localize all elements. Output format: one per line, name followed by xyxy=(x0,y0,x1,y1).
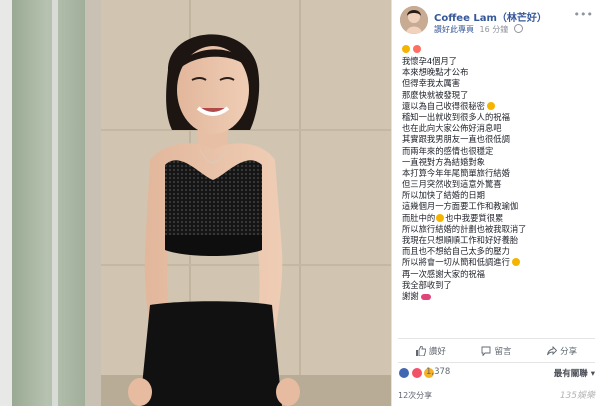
share-button[interactable]: 分享 xyxy=(547,345,577,357)
text-line: 我現在只想順順工作和好好養胎 xyxy=(402,235,519,245)
comment-button[interactable]: 留言 xyxy=(481,345,511,357)
text-line-content: 而肚中的 xyxy=(402,212,436,223)
caret-down-icon: ▾ xyxy=(590,369,595,379)
post-time[interactable]: 16 分鐘 xyxy=(480,25,509,34)
text-line: 再一次感謝大家的祝福 xyxy=(402,268,485,279)
sort-label: 最有關聯 xyxy=(553,369,588,379)
text-line: 本來想晚點才公布 xyxy=(402,67,469,78)
text-line: 我懷孕4個月了 xyxy=(402,56,458,66)
text-line-content: 謝謝 xyxy=(402,290,419,301)
photo-illustration xyxy=(0,0,391,406)
kiss-emoji-icon xyxy=(420,293,431,300)
post-text: 我懷孕4個月了 本來想晚點才公布 但得幸我太厲害 那麼快就被發現了 還以為自己收… xyxy=(402,44,594,302)
text-line: 但得幸我太厲害 xyxy=(402,78,461,89)
divider xyxy=(398,338,595,339)
share-icon xyxy=(547,346,558,356)
love-reaction-icon xyxy=(410,367,423,379)
watermark: 135娛樂 xyxy=(559,391,595,401)
like-page-link[interactable]: 讚好此專頁 xyxy=(434,25,474,34)
comment-label: 留言 xyxy=(494,347,512,357)
thumbs-up-icon xyxy=(415,346,426,356)
sort-comments-dropdown[interactable]: 最有關聯 ▾ xyxy=(554,367,595,379)
avatar-image xyxy=(400,6,428,34)
avatar[interactable] xyxy=(400,6,428,34)
post-header: Coffee Lam（林芒好） 讚好此專頁 16 分鐘 ••• xyxy=(400,6,595,40)
text-line: 稽知一出就收到很多人的祝福 xyxy=(402,111,510,122)
text-line: 所以加快了結婚的日期 xyxy=(402,190,485,201)
share-count[interactable]: 12次分享 xyxy=(398,390,432,401)
post-photo[interactable] xyxy=(0,0,391,406)
like-label: 讚好 xyxy=(428,347,446,357)
facebook-photo-post: Coffee Lam（林芒好） 讚好此專頁 16 分鐘 ••• 我懷孕4個月了 … xyxy=(0,0,600,406)
globe-icon xyxy=(513,24,523,33)
cat-emoji-icon xyxy=(486,101,495,110)
smile-emoji-icon xyxy=(402,45,410,53)
share-label: 分享 xyxy=(560,347,578,357)
post-meta: 讚好此專頁 16 分鐘 xyxy=(434,24,526,35)
text-line: 所以旅行結婚的計劃也被我取消了 xyxy=(402,223,527,234)
reactions-bar[interactable]: 1,378 最有關聯 ▾ xyxy=(398,366,595,380)
text-line: 而兩年來的感情也很穩定 xyxy=(402,145,494,156)
text-line: 本打算今年年尾簡單旅行結婚 xyxy=(402,167,510,178)
more-options-icon[interactable]: ••• xyxy=(574,8,593,21)
text-line-content: 還以為自己收得很秘密 xyxy=(402,100,485,111)
text-line: 而肚中的 也中我要質很累 xyxy=(402,213,594,224)
text-line: 還以為自己收得很秘密 xyxy=(402,101,594,112)
text-line: 這幾個月一方面要工作和教瑜伽 xyxy=(402,201,519,212)
text-line: 而且也不想給自己太多的壓力 xyxy=(402,246,510,257)
reaction-count[interactable]: 1,378 xyxy=(426,367,450,377)
post-footer: 12次分享 135娛樂 xyxy=(398,388,595,402)
text-line-content: 所以將會一切从簡和低調進行 xyxy=(402,257,510,268)
text-line: 也在此向大家公佈好消息吧 xyxy=(402,123,502,134)
text-line: 其實跟我男朋友一直也很低調 xyxy=(402,134,510,145)
comment-icon xyxy=(482,346,491,356)
emoji-row xyxy=(402,44,594,56)
like-button[interactable]: 讚好 xyxy=(415,345,446,357)
text-line: 但三月突然收到這意外驚喜 xyxy=(402,179,502,190)
post-actions: 讚好 留言 分享 xyxy=(398,343,595,359)
smile-emoji-icon xyxy=(511,258,520,267)
like-reaction-icon xyxy=(398,367,410,379)
post-sidebar: Coffee Lam（林芒好） 讚好此專頁 16 分鐘 ••• 我懷孕4個月了 … xyxy=(391,0,600,406)
text-line: 所以將會一切从簡和低調進行 xyxy=(402,257,594,268)
heart-emoji-icon xyxy=(412,45,421,53)
text-line-suffix: 也中我要質很累 xyxy=(445,212,504,223)
text-line: 謝謝 xyxy=(402,291,594,302)
author-name[interactable]: Coffee Lam（林芒好） xyxy=(434,9,547,24)
baby-emoji-icon xyxy=(436,213,445,222)
divider xyxy=(398,362,595,363)
text-line: 我全部收到了 xyxy=(402,279,452,290)
text-line: 一直視對方為結婚對象 xyxy=(402,156,485,167)
text-line: 那麼快就被發現了 xyxy=(402,89,469,100)
